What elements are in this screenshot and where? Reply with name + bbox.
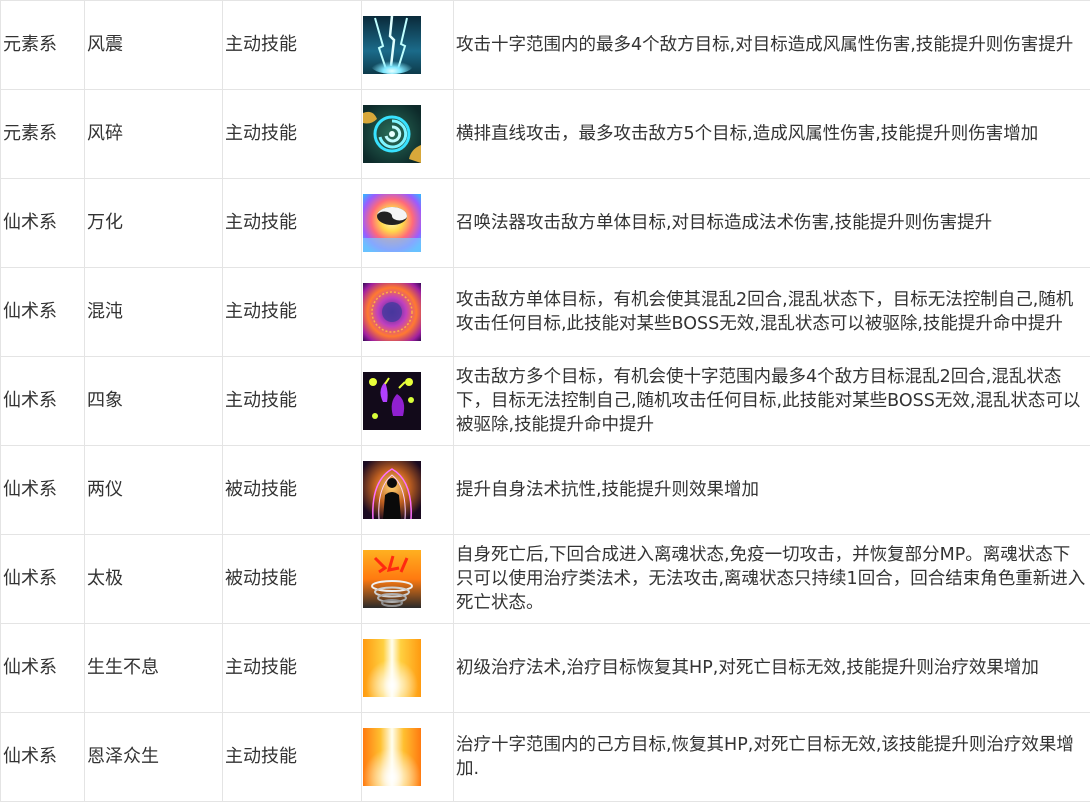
skill-type: 主动技能 [222,0,362,90]
chaos-orb-icon [363,283,421,341]
skill-school: 元素系 [0,0,85,90]
skill-type: 主动技能 [222,356,362,446]
table-row: 仙术系 混沌 主动技能 攻击敌方单体目标，有机会使其混乱2回合,混乱状态下，目标… [0,267,1090,357]
wind-quake-icon [363,16,421,74]
table-row: 仙术系 两仪 被动技能 提升自身法术抗性,技能提升则效果增加 [0,445,1090,535]
skill-description: 攻击敌方单体目标，有机会使其混乱2回合,混乱状态下，目标无法控制自己,随机攻击任… [453,267,1090,357]
spirit-vortex-icon [363,550,421,608]
skill-type: 主动技能 [222,89,362,179]
table-row: 仙术系 万化 主动技能 召唤法器攻击敌方单体目标,对目标造成法术伤害,技能提升则… [0,178,1090,268]
skill-school: 仙术系 [0,534,85,624]
table-row: 仙术系 四象 主动技能 攻击敌方多个目标，有机会使十字范围内最多4个敌方目标混乱… [0,356,1090,446]
skill-icon-cell [361,89,454,179]
skill-description: 召唤法器攻击敌方单体目标,对目标造成法术伤害,技能提升则伤害提升 [453,178,1090,268]
skill-school: 仙术系 [0,712,85,802]
skill-type: 被动技能 [222,445,362,535]
table-row: 仙术系 生生不息 主动技能 初级治疗法术,治疗目标恢复其HP,对死亡目标无效,技… [0,623,1090,713]
heal-light-icon [363,639,421,697]
skill-name: 万化 [84,178,223,268]
skill-description: 提升自身法术抗性,技能提升则效果增加 [453,445,1090,535]
skill-type: 主动技能 [222,267,362,357]
skill-name: 混沌 [84,267,223,357]
mass-heal-light-icon [363,728,421,786]
skill-type: 主动技能 [222,623,362,713]
skill-icon-cell [361,534,454,624]
skill-school: 仙术系 [0,623,85,713]
skill-icon-cell [361,0,454,90]
skill-name: 生生不息 [84,623,223,713]
skill-icon-cell [361,178,454,268]
skill-type: 主动技能 [222,178,362,268]
skill-icon-cell [361,623,454,713]
table-row: 元素系 风震 主动技能 攻击十字范围内的最多4个敌方目标,对目标造成风属性伤害,… [0,0,1090,90]
skill-name: 恩泽众生 [84,712,223,802]
skill-icon-cell [361,445,454,535]
skill-description: 治疗十字范围内的己方目标,恢复其HP,对死亡目标无效,该技能提升则治疗效果增加. [453,712,1090,802]
skill-name: 四象 [84,356,223,446]
skill-description: 攻击十字范围内的最多4个敌方目标,对目标造成风属性伤害,技能提升则伤害提升 [453,0,1090,90]
aura-figure-icon [363,461,421,519]
skill-school: 仙术系 [0,356,85,446]
four-symbols-icon [363,372,421,430]
table-row: 仙术系 太极 被动技能 自身死亡后,下回合成进入离魂状态,免疫一切攻击，并恢复部… [0,534,1090,624]
skill-table: 元素系 风震 主动技能 攻击十字范围内的最多4个敌方目标,对目标造成风属性伤害,… [0,0,1090,802]
yin-yang-icon [363,194,421,252]
skill-icon-cell [361,712,454,802]
skill-school: 仙术系 [0,178,85,268]
skill-school: 元素系 [0,89,85,179]
skill-name: 两仪 [84,445,223,535]
skill-description: 横排直线攻击，最多攻击敌方5个目标,造成风属性伤害,技能提升则伤害增加 [453,89,1090,179]
skill-description: 自身死亡后,下回合成进入离魂状态,免疫一切攻击，并恢复部分MP。离魂状态下只可以… [453,534,1090,624]
skill-type: 被动技能 [222,534,362,624]
skill-description: 初级治疗法术,治疗目标恢复其HP,对死亡目标无效,技能提升则治疗效果增加 [453,623,1090,713]
skill-icon-cell [361,356,454,446]
table-row: 元素系 风碎 主动技能 横排直线攻击，最多攻击敌方5个目标,造成风属性伤害,技能… [0,89,1090,179]
skill-type: 主动技能 [222,712,362,802]
skill-school: 仙术系 [0,445,85,535]
skill-name: 风碎 [84,89,223,179]
skill-school: 仙术系 [0,267,85,357]
table-row: 仙术系 恩泽众生 主动技能 治疗十字范围内的己方目标,恢复其HP,对死亡目标无效… [0,712,1090,802]
skill-icon-cell [361,267,454,357]
wind-shatter-icon [363,105,421,163]
skill-description: 攻击敌方多个目标，有机会使十字范围内最多4个敌方目标混乱2回合,混乱状态下，目标… [453,356,1090,446]
skill-name: 风震 [84,0,223,90]
skill-name: 太极 [84,534,223,624]
